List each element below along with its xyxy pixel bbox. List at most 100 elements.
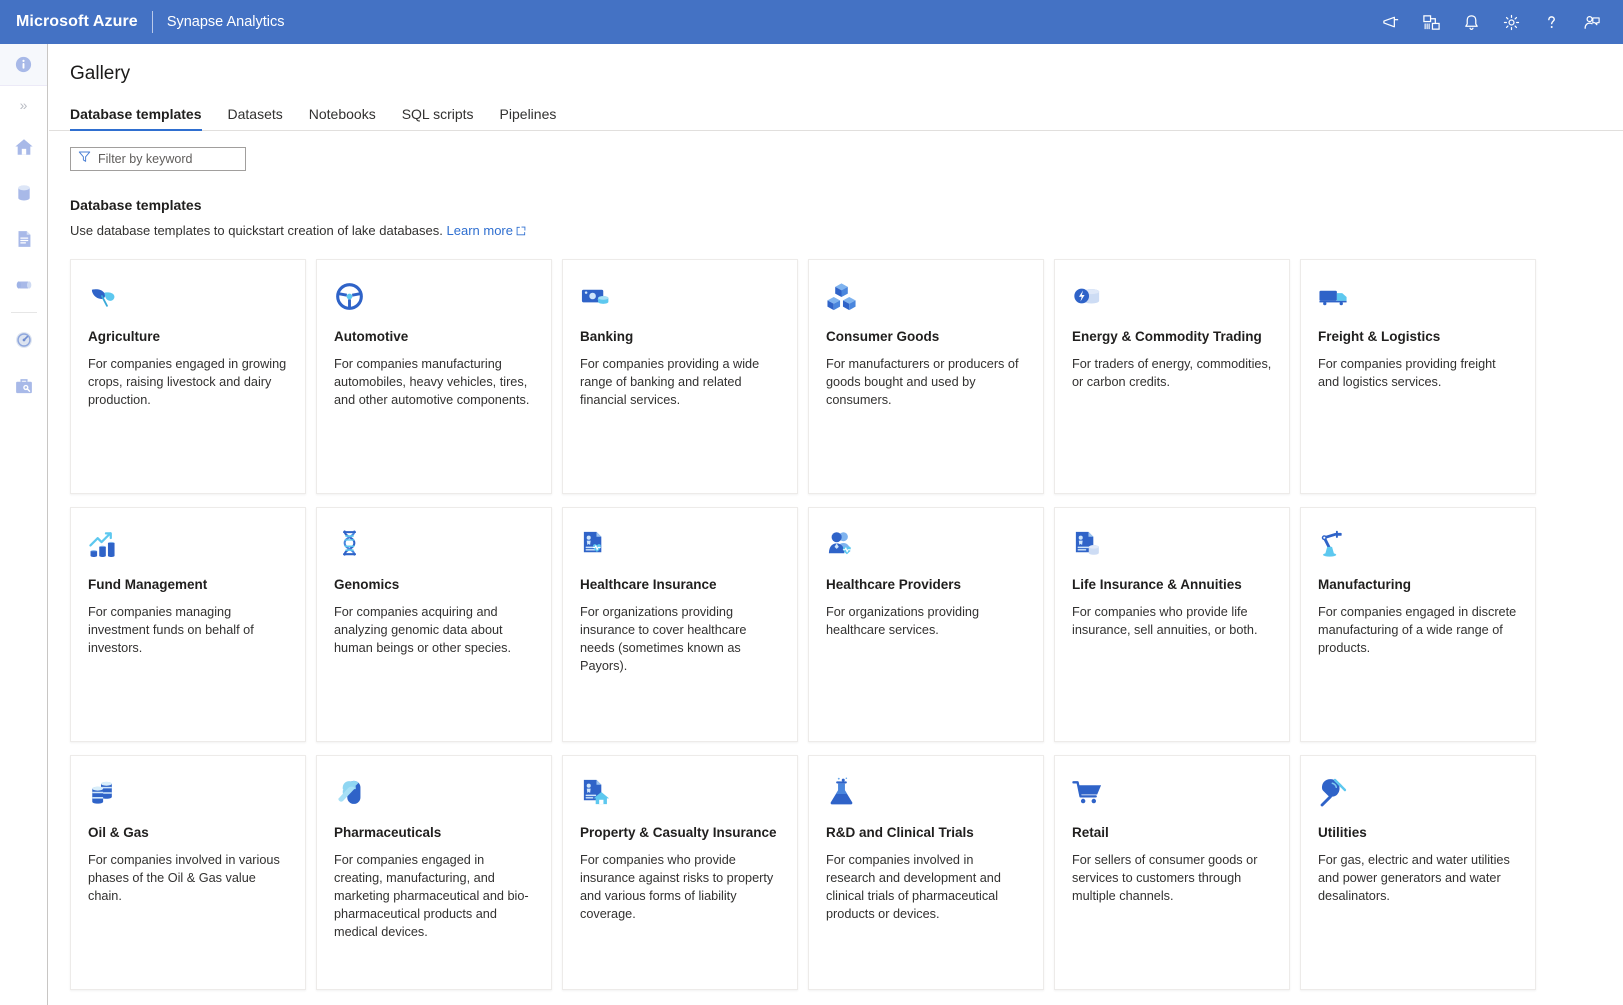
document-heartbeat-icon: [580, 529, 780, 563]
tab-notebooks[interactable]: Notebooks: [296, 106, 389, 131]
leaf-icon: [88, 281, 288, 315]
template-card-rd-clinical-trials[interactable]: R&D and Clinical Trials For companies in…: [808, 755, 1044, 990]
account-feedback-icon[interactable]: [1571, 0, 1611, 44]
info-icon[interactable]: [0, 44, 47, 86]
integrate-icon[interactable]: [0, 262, 47, 308]
card-description: For companies acquiring and analyzing ge…: [334, 605, 512, 656]
top-navigation-bar: Microsoft Azure Synapse Analytics: [0, 0, 1623, 44]
tab-pipelines[interactable]: Pipelines: [487, 106, 570, 131]
manage-icon[interactable]: [0, 363, 47, 409]
home-icon[interactable]: [0, 124, 47, 170]
template-card-healthcare-insurance[interactable]: Healthcare Insurance For organizations p…: [562, 507, 798, 742]
template-card-banking[interactable]: Banking For companies providing a wide r…: [562, 259, 798, 494]
card-description: For companies managing investment funds …: [88, 605, 254, 656]
develop-icon[interactable]: [0, 216, 47, 262]
main-content-area: Gallery Database templates Datasets Note…: [49, 44, 1623, 1005]
card-title: Utilities: [1318, 825, 1367, 840]
product-name[interactable]: Synapse Analytics: [167, 14, 285, 30]
help-question-icon[interactable]: [1531, 0, 1571, 44]
section-description-text: Use database templates to quickstart cre…: [70, 223, 443, 238]
dna-icon: [334, 529, 534, 563]
card-description: For companies providing a wide range of …: [580, 357, 760, 408]
shopping-cart-icon: [1072, 777, 1272, 811]
oil-barrel-icon: [88, 777, 288, 811]
card-title: Automotive: [334, 329, 409, 344]
card-description: For traders of energy, commodities, or c…: [1072, 357, 1272, 390]
card-title: Oil & Gas: [88, 825, 149, 840]
learn-more-label: Learn more: [446, 223, 513, 238]
card-title: Healthcare Providers: [826, 577, 962, 592]
tab-datasets[interactable]: Datasets: [215, 106, 296, 131]
tab-bar: Database templates Datasets Notebooks SQ…: [49, 98, 1623, 131]
truck-icon: [1318, 281, 1518, 315]
card-title: Agriculture: [88, 329, 161, 344]
expand-chevron-icon[interactable]: »: [0, 86, 47, 124]
external-link-icon: [516, 224, 526, 239]
template-card-freight-logistics[interactable]: Freight & Logistics For companies provid…: [1300, 259, 1536, 494]
template-card-genomics[interactable]: Genomics For companies acquiring and ana…: [316, 507, 552, 742]
filter-funnel-icon: [78, 150, 91, 168]
template-card-grid: Agriculture For companies engaged in gro…: [70, 259, 1557, 990]
template-card-oil-gas[interactable]: Oil & Gas For companies involved in vari…: [70, 755, 306, 990]
template-card-energy-commodity-trading[interactable]: Energy & Commodity Trading For traders o…: [1054, 259, 1290, 494]
feedback-megaphone-icon[interactable]: [1371, 0, 1411, 44]
card-title: Fund Management: [88, 577, 208, 592]
template-card-automotive[interactable]: Automotive For companies manufacturing a…: [316, 259, 552, 494]
card-title: R&D and Clinical Trials: [826, 825, 974, 840]
template-card-fund-management[interactable]: Fund Management For companies managing i…: [70, 507, 306, 742]
card-description: For companies engaged in creating, manuf…: [334, 853, 529, 940]
card-description: For sellers of consumer goods or service…: [1072, 853, 1258, 904]
card-description: For companies who provide insurance agai…: [580, 853, 774, 922]
card-title: Retail: [1072, 825, 1109, 840]
learn-more-link[interactable]: Learn more: [447, 223, 526, 238]
template-card-retail[interactable]: Retail For sellers of consumer goods or …: [1054, 755, 1290, 990]
cloud-shell-icon[interactable]: [1411, 0, 1451, 44]
template-card-property-casualty-insurance[interactable]: Property & Casualty Insurance For compan…: [562, 755, 798, 990]
monitor-icon[interactable]: [0, 317, 47, 363]
card-title: Banking: [580, 329, 634, 344]
document-house-icon: [580, 777, 780, 811]
card-description: For companies providing freight and logi…: [1318, 357, 1496, 390]
data-icon[interactable]: [0, 170, 47, 216]
document-coins-icon: [1072, 529, 1272, 563]
template-card-agriculture[interactable]: Agriculture For companies engaged in gro…: [70, 259, 306, 494]
card-description: For organizations providing insurance to…: [580, 605, 747, 674]
card-description: For gas, electric and water utilities an…: [1318, 853, 1510, 904]
settings-gear-icon[interactable]: [1491, 0, 1531, 44]
card-title: Pharmaceuticals: [334, 825, 442, 840]
template-card-life-insurance-annuities[interactable]: Life Insurance & Annuities For companies…: [1054, 507, 1290, 742]
template-card-manufacturing[interactable]: Manufacturing For companies engaged in d…: [1300, 507, 1536, 742]
card-title: Consumer Goods: [826, 329, 940, 344]
template-card-consumer-goods[interactable]: Consumer Goods For manufacturers or prod…: [808, 259, 1044, 494]
card-title: Healthcare Insurance: [580, 577, 717, 592]
tab-database-templates[interactable]: Database templates: [70, 106, 215, 131]
card-description: For companies engaged in growing crops, …: [88, 357, 287, 408]
template-card-healthcare-providers[interactable]: Healthcare Providers For organizations p…: [808, 507, 1044, 742]
filter-input[interactable]: Filter by keyword: [70, 147, 246, 171]
card-title: Freight & Logistics: [1318, 329, 1441, 344]
pill-icon: [334, 777, 534, 811]
card-title: Genomics: [334, 577, 400, 592]
brand-divider: [151, 11, 153, 33]
card-title: Life Insurance & Annuities: [1072, 577, 1242, 592]
person-heartbeat-icon: [826, 529, 1026, 563]
rail-divider: [10, 312, 37, 313]
tab-sql-scripts[interactable]: SQL scripts: [389, 106, 487, 131]
topbar-icon-group: [1371, 0, 1623, 44]
notifications-bell-icon[interactable]: [1451, 0, 1491, 44]
filter-row: Filter by keyword: [49, 131, 1623, 171]
card-description: For companies involved in various phases…: [88, 853, 280, 904]
money-icon: [580, 281, 780, 315]
flask-icon: [826, 777, 1026, 811]
page-title: Gallery: [70, 63, 131, 84]
growth-chart-icon: [88, 529, 288, 563]
template-card-pharmaceuticals[interactable]: Pharmaceuticals For companies engaged in…: [316, 755, 552, 990]
filter-placeholder: Filter by keyword: [98, 152, 193, 166]
section-description: Use database templates to quickstart cre…: [49, 213, 1623, 239]
template-card-utilities[interactable]: Utilities For gas, electric and water ut…: [1300, 755, 1536, 990]
card-title: Energy & Commodity Trading: [1072, 329, 1262, 344]
card-description: For manufacturers or producers of goods …: [826, 357, 1019, 408]
card-description: For companies involved in research and d…: [826, 853, 1001, 922]
steering-wheel-icon: [334, 281, 534, 315]
azure-brand-logo[interactable]: Microsoft Azure: [0, 13, 138, 31]
